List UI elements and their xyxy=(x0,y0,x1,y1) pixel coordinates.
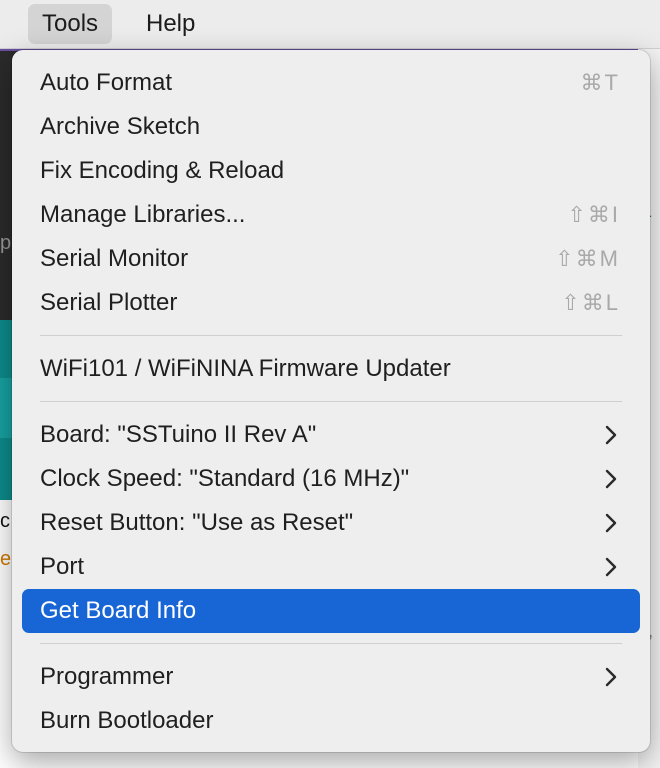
menu-item-label: Auto Format xyxy=(40,69,173,96)
menu-item-label: Serial Monitor xyxy=(40,245,189,272)
shortcut-label: ⇧⌘I xyxy=(567,202,620,227)
background-text-fragment: c xyxy=(0,510,10,532)
shortcut-label: ⇧⌘L xyxy=(561,290,620,315)
menu-item-firmware-updater[interactable]: WiFi101 / WiFiNINA Firmware Updater xyxy=(22,347,640,391)
menu-separator xyxy=(40,643,622,644)
tools-dropdown-menu: Auto Format ⌘T Archive Sketch Fix Encodi… xyxy=(12,50,650,752)
menu-item-reset-button[interactable]: Reset Button: "Use as Reset" xyxy=(22,501,640,545)
menu-item-auto-format[interactable]: Auto Format ⌘T xyxy=(22,61,640,105)
background-text-fragment: p xyxy=(0,232,12,254)
menu-item-label: Serial Plotter xyxy=(40,289,178,316)
menu-bar: Tools Help xyxy=(0,0,660,49)
menu-separator xyxy=(40,335,622,336)
menu-separator xyxy=(40,401,622,402)
chevron-right-icon xyxy=(605,557,617,577)
menu-item-get-board-info[interactable]: Get Board Info xyxy=(22,589,640,633)
menu-item-board[interactable]: Board: "SSTuino II Rev A" xyxy=(22,413,640,457)
menu-item-label: WiFi101 / WiFiNINA Firmware Updater xyxy=(40,355,451,382)
menu-item-label: Manage Libraries... xyxy=(40,201,246,228)
menu-item-label: Port xyxy=(40,553,85,580)
menu-item-label: Programmer xyxy=(40,663,174,690)
menu-item-serial-plotter[interactable]: Serial Plotter ⇧⌘L xyxy=(22,281,640,325)
menu-item-clock-speed[interactable]: Clock Speed: "Standard (16 MHz)" xyxy=(22,457,640,501)
shortcut-label: ⌘T xyxy=(580,70,620,95)
menu-item-fix-encoding[interactable]: Fix Encoding & Reload xyxy=(22,149,640,193)
menu-item-serial-monitor[interactable]: Serial Monitor ⇧⌘M xyxy=(22,237,640,281)
menu-help[interactable]: Help xyxy=(132,4,209,44)
menu-tools[interactable]: Tools xyxy=(28,4,113,44)
menu-item-manage-libraries[interactable]: Manage Libraries... ⇧⌘I xyxy=(22,193,640,237)
shortcut-label: ⇧⌘M xyxy=(555,246,620,271)
chevron-right-icon xyxy=(605,667,617,687)
menu-item-label: Clock Speed: "Standard (16 MHz)" xyxy=(40,465,410,492)
menu-item-label: Burn Bootloader xyxy=(40,707,214,734)
menu-item-port[interactable]: Port xyxy=(22,545,640,589)
chevron-right-icon xyxy=(605,513,617,533)
menu-item-label: Archive Sketch xyxy=(40,113,201,140)
chevron-right-icon xyxy=(605,425,617,445)
menu-item-programmer[interactable]: Programmer xyxy=(22,655,640,699)
chevron-right-icon xyxy=(605,469,617,489)
menu-item-label: Reset Button: "Use as Reset" xyxy=(40,509,354,536)
menu-item-archive-sketch[interactable]: Archive Sketch xyxy=(22,105,640,149)
menu-item-label: Board: "SSTuino II Rev A" xyxy=(40,421,317,448)
menu-item-burn-bootloader[interactable]: Burn Bootloader xyxy=(22,699,640,743)
menu-item-label: Fix Encoding & Reload xyxy=(40,157,285,184)
menu-item-label: Get Board Info xyxy=(40,597,197,624)
